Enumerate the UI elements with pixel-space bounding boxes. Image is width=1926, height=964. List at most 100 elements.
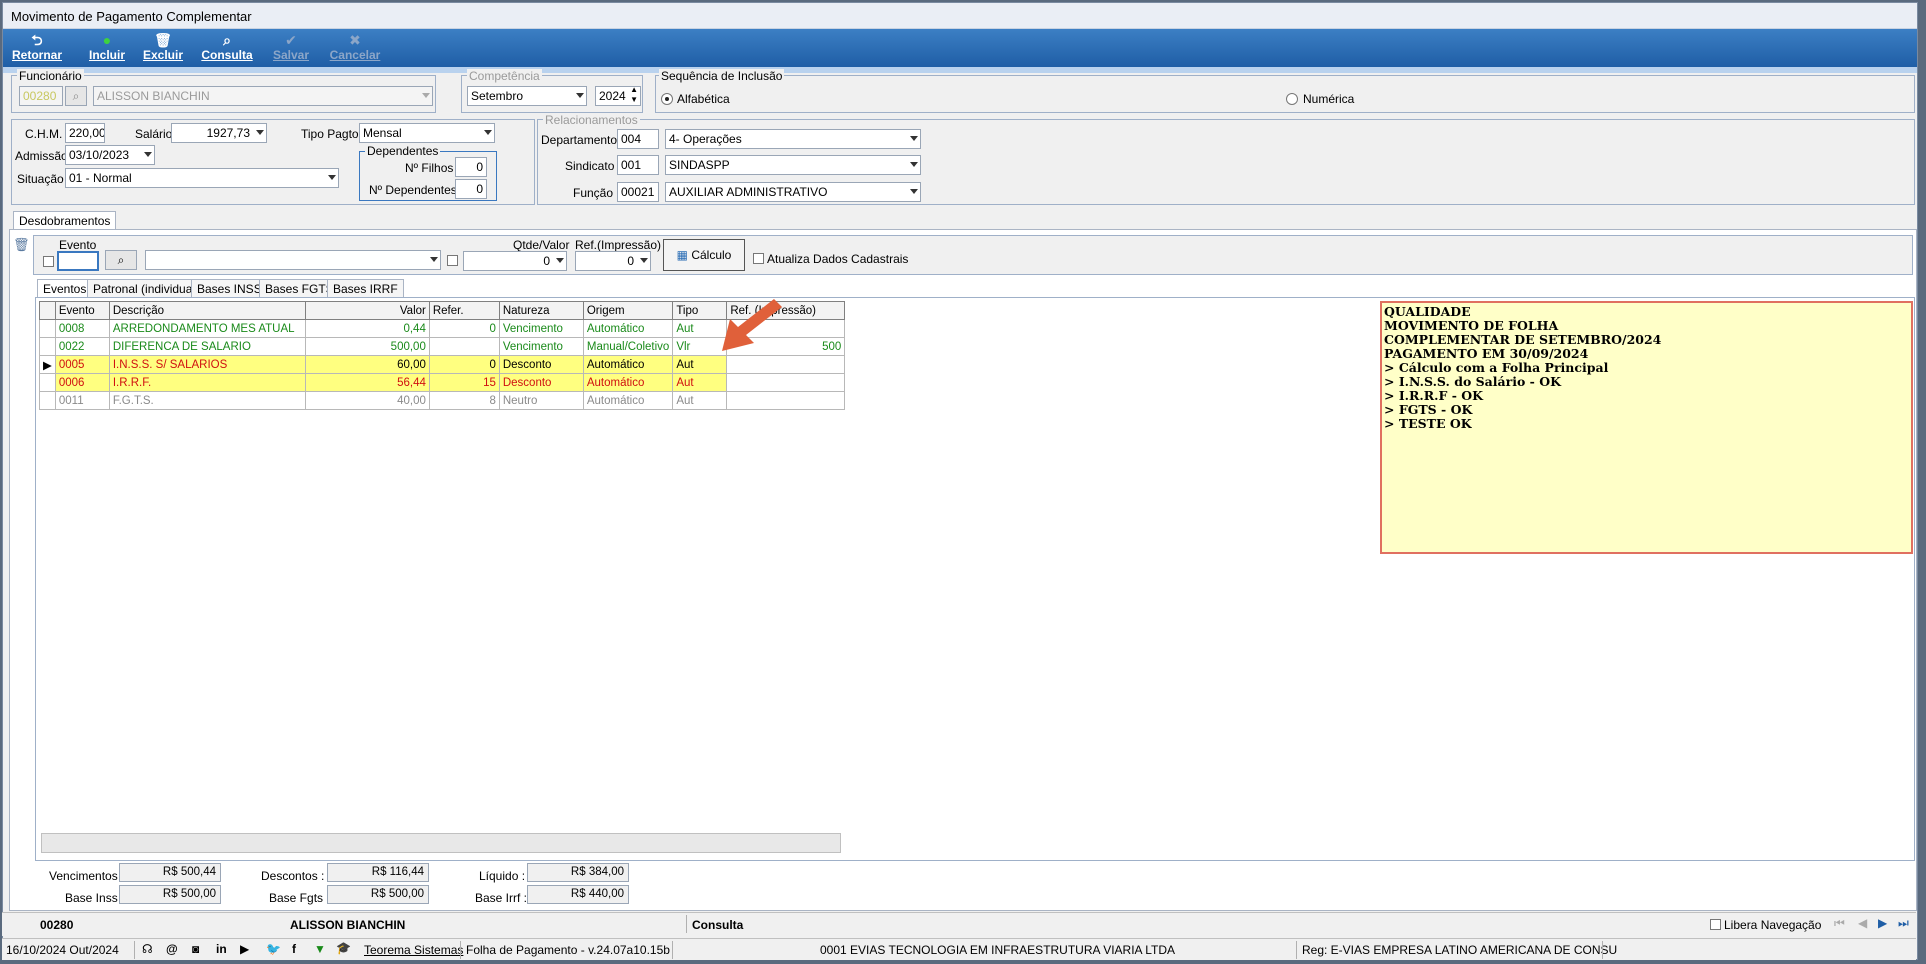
col-descricao[interactable]: Descrição: [108, 301, 306, 320]
email-icon[interactable]: @: [166, 942, 178, 956]
tab-bases-inss[interactable]: Bases INSS: [191, 279, 268, 298]
evento-checkbox[interactable]: [43, 256, 54, 267]
tab-bases-irrf[interactable]: Bases IRRF: [327, 279, 404, 298]
nfilhos-input[interactable]: 0: [455, 157, 487, 177]
ref-label: Ref.(Impressão): [575, 238, 662, 252]
row-indicator-header: [39, 301, 56, 320]
sindicato-select[interactable]: SINDASPP: [665, 155, 921, 175]
funcao-code-input[interactable]: 00021: [617, 182, 659, 202]
first-record-icon[interactable]: ⏮: [1834, 916, 1845, 931]
calculo-button[interactable]: ▦ Cálculo: [663, 239, 745, 271]
qtde-input[interactable]: 0: [463, 251, 567, 271]
admissao-label: Admissão: [15, 149, 68, 163]
calculator-icon: ▦: [676, 248, 688, 262]
table-row[interactable]: 0011 F.G.T.S. 40,00 8 Neutro Automático …: [39, 391, 846, 410]
incluir-button[interactable]: ● Incluir: [79, 32, 135, 66]
youtube-icon[interactable]: ▶: [240, 942, 249, 956]
sindicato-code-input[interactable]: 001: [617, 155, 659, 175]
teorema-logo-icon: ▼: [314, 942, 326, 956]
ref-input[interactable]: 0: [575, 251, 651, 271]
atualiza-checkbox[interactable]: [753, 253, 764, 264]
note-line: PAGAMENTO EM 30/09/2024: [1384, 346, 1589, 361]
graduation-icon[interactable]: 🎓: [336, 941, 351, 955]
footer-company: 0001 EVIAS TECNOLOGIA EM INFRAESTRUTURA …: [820, 943, 1175, 957]
twitter-icon[interactable]: 🐦: [266, 942, 281, 956]
consulta-button[interactable]: ⌕ Consulta: [199, 32, 255, 66]
chevron-down-icon: [144, 152, 152, 157]
col-origem[interactable]: Origem: [582, 301, 674, 320]
teorema-link[interactable]: Teorema Sistemas: [364, 943, 463, 957]
divider: [686, 915, 687, 933]
main-window: Movimento de Pagamento Complementar ⮌ Ret…: [2, 2, 1918, 960]
instagram-icon[interactable]: ◙: [192, 942, 199, 956]
col-valor[interactable]: Valor: [304, 301, 430, 320]
cell-tipo: Aut: [672, 391, 728, 410]
tab-desdobramentos[interactable]: Desdobramentos: [13, 211, 117, 230]
cell-tipo: Aut: [672, 355, 728, 374]
ndep-input[interactable]: 0: [455, 179, 487, 199]
col-natureza[interactable]: Natureza: [498, 301, 584, 320]
linkedin-icon[interactable]: in: [216, 942, 227, 956]
qtde-checkbox[interactable]: [447, 255, 458, 266]
table-row[interactable]: ▶ 0005 I.N.S.S. S/ SALARIOS 60,00 0 Desc…: [39, 355, 846, 374]
departamento-select[interactable]: 4- Operações: [665, 129, 921, 149]
title-bar: Movimento de Pagamento Complementar: [3, 3, 1917, 29]
note-line: MOVIMENTO DE FOLHA: [1384, 318, 1559, 333]
excluir-button[interactable]: 🗑 Excluir: [135, 32, 191, 66]
chevron-down-icon: [910, 162, 918, 167]
funcionario-code-input[interactable]: 00280: [19, 86, 63, 106]
libera-navegacao-checkbox[interactable]: [1710, 919, 1721, 930]
liquido-value: R$ 384,00: [527, 863, 629, 882]
divider: [672, 941, 673, 959]
competencia-month-select[interactable]: Setembro: [467, 86, 587, 106]
chm-input[interactable]: 220,00: [65, 123, 105, 143]
situacao-select[interactable]: 01 - Normal: [65, 168, 339, 188]
status-mode: Consulta: [692, 918, 744, 932]
chevron-down-icon: [576, 93, 584, 98]
row-indicator: [39, 391, 56, 410]
salario-input[interactable]: 1927,73: [171, 123, 267, 143]
base-irrf-value: R$ 440,00: [527, 885, 629, 904]
retornar-button[interactable]: ⮌ Retornar: [9, 32, 65, 66]
divider: [460, 941, 461, 959]
panel-separator: [3, 67, 1917, 73]
next-record-icon[interactable]: ▶: [1878, 916, 1887, 930]
col-refer[interactable]: Refer.: [428, 301, 500, 320]
tab-eventos[interactable]: Eventos: [37, 279, 93, 298]
departamento-code-input[interactable]: 004: [617, 129, 659, 149]
cancelar-button[interactable]: ✖ Cancelar: [327, 32, 383, 66]
cell-natureza: Vencimento: [498, 337, 584, 356]
tipo-pagto-select[interactable]: Mensal: [359, 123, 495, 143]
qtde-label: Qtde/Valor: [513, 238, 570, 252]
cell-origem: Automático: [582, 391, 674, 410]
trash-icon[interactable]: 🗑: [13, 237, 30, 253]
observation-note[interactable]: QUALIDADE MOVIMENTO DE FOLHA COMPLEMENTA…: [1380, 301, 1913, 554]
admissao-input[interactable]: 03/10/2023: [65, 145, 155, 165]
descontos-label: Descontos :: [261, 869, 325, 883]
chevron-down-icon: [910, 189, 918, 194]
facebook-icon[interactable]: f: [292, 942, 296, 956]
funcionario-name-select[interactable]: ALISSON BIANCHIN: [93, 86, 433, 106]
funcao-select[interactable]: AUXILIAR ADMINISTRATIVO: [665, 182, 921, 202]
base-fgts-value: R$ 500,00: [327, 885, 429, 904]
alfabetica-radio[interactable]: [661, 93, 673, 105]
evento-code-input[interactable]: [57, 251, 99, 271]
row-indicator: [39, 337, 56, 356]
cell-refer: 8: [428, 391, 500, 410]
table-row[interactable]: 0006 I.R.R.F. 56,44 15 Desconto Automáti…: [39, 373, 846, 392]
evento-search-icon[interactable]: ⌕: [105, 250, 137, 270]
tab-patronal[interactable]: Patronal (individual): [87, 279, 206, 298]
departamento-label: Departamento: [541, 133, 618, 147]
salvar-button[interactable]: ✔ Salvar: [263, 32, 319, 66]
prev-record-icon[interactable]: ◀: [1858, 916, 1867, 930]
chevron-down-icon: [430, 257, 438, 262]
grid-horizontal-scrollbar[interactable]: [41, 833, 841, 853]
competencia-year-spinner[interactable]: 2024 ▲ ▼: [595, 86, 641, 106]
col-evento[interactable]: Evento: [54, 301, 110, 320]
cell-evento: 0022: [54, 337, 110, 356]
headset-icon[interactable]: ☊: [142, 942, 153, 956]
last-record-icon[interactable]: ⏭: [1898, 916, 1909, 931]
funcionario-search-icon[interactable]: ⌕: [65, 86, 87, 106]
evento-select[interactable]: [145, 250, 441, 270]
numerica-radio[interactable]: [1286, 93, 1298, 105]
